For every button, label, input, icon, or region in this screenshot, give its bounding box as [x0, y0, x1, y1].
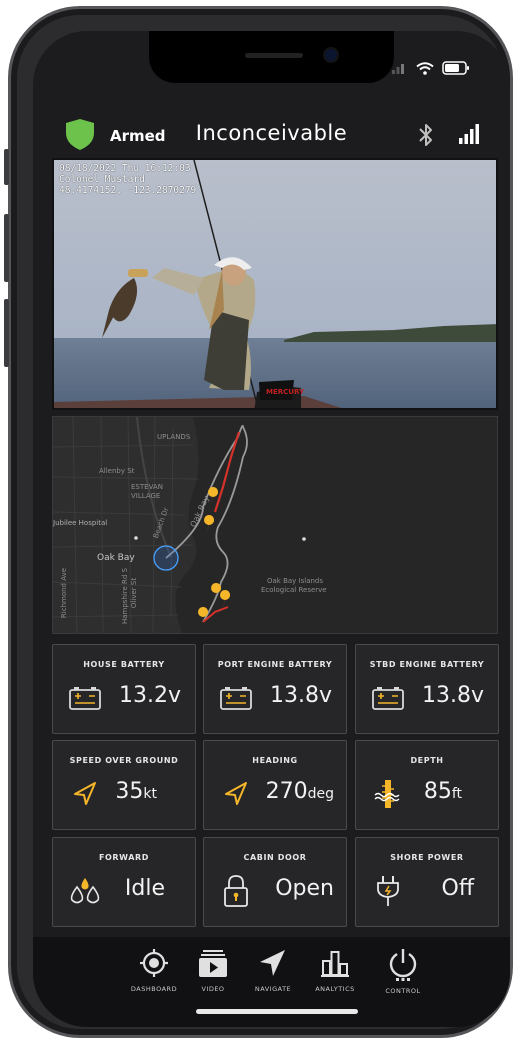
battery-icon	[218, 680, 254, 716]
video-timestamp: 08/18/2022 Thu 16:12:03	[59, 163, 191, 174]
tab-label: VIDEO	[201, 985, 225, 993]
camera-frame-image: MERCURY	[54, 160, 496, 408]
tab-control[interactable]: CONTROL	[373, 947, 433, 995]
tile-value: 35kt	[115, 779, 157, 804]
map-label-estevan: ESTEVAN VILLAGE	[131, 483, 163, 500]
tile-value: Idle	[124, 876, 165, 901]
tile-forward-bilge[interactable]: FORWARD Idle	[52, 837, 196, 927]
navigation-arrow-icon	[67, 776, 103, 812]
map-label-richmond: Richmond Ave	[60, 567, 69, 619]
video-overlay-text: 08/18/2022 Thu 16:12:03 Colonel Mustard …	[59, 163, 196, 196]
depth-gauge-icon	[370, 776, 406, 812]
tile-speed-over-ground[interactable]: SPEED OVER GROUND 35kt	[52, 740, 196, 830]
tab-dashboard[interactable]: DASHBOARD	[124, 947, 184, 993]
map-label-uplands: UPLANDS	[157, 433, 191, 441]
tile-depth[interactable]: DEPTH 85ft	[355, 740, 499, 830]
tab-navigate[interactable]: NAVIGATE	[243, 947, 303, 993]
battery-status-icon	[442, 61, 469, 75]
tile-shore-power[interactable]: SHORE POWER Off	[355, 837, 499, 927]
battery-icon	[67, 680, 103, 716]
tile-value: 13.8v	[421, 683, 484, 708]
notch	[149, 31, 394, 83]
tab-analytics[interactable]: ANALYTICS	[305, 947, 365, 993]
signal-strength-icon[interactable]	[458, 123, 480, 145]
tile-title: FORWARD	[98, 853, 150, 862]
tab-label: DASHBOARD	[130, 985, 178, 993]
tile-title: STBD ENGINE BATTERY	[369, 660, 485, 669]
tile-value: 85ft	[423, 779, 462, 804]
map-canvas	[53, 417, 497, 633]
app-screen: Armed Inconceivable MERCURY 08/18/2022 T…	[33, 31, 510, 1027]
video-coordinates: 48.4174152, -123.2870279	[59, 185, 197, 196]
vessel-name: Inconceivable	[195, 121, 348, 145]
camera-feed[interactable]: MERCURY 08/18/2022 Thu 16:12:03 Colonel …	[52, 158, 498, 410]
tile-title: SPEED OVER GROUND	[69, 756, 179, 765]
volume-up-button	[4, 214, 9, 282]
map-label-allenby: Allenby St	[99, 467, 135, 475]
tile-cabin-door[interactable]: CABIN DOOR Open	[203, 837, 347, 927]
crosshair-icon	[140, 949, 168, 977]
tile-title: HEADING	[252, 756, 298, 765]
navigation-map[interactable]: UPLANDS Allenby St ESTEVAN VILLAGE Jubil…	[52, 416, 498, 634]
home-indicator[interactable]	[196, 1009, 358, 1014]
bar-chart-icon	[321, 951, 349, 977]
tile-title: CABIN DOOR	[243, 853, 307, 862]
status-header: Armed Inconceivable	[33, 111, 510, 155]
tile-stbd-engine-battery[interactable]: STBD ENGINE BATTERY 13.8v	[355, 644, 499, 734]
tile-heading[interactable]: HEADING 270deg	[203, 740, 347, 830]
video-camera-name: Colonel Mustard	[59, 174, 145, 185]
navigate-arrow-icon	[260, 950, 285, 976]
mute-switch	[4, 149, 9, 185]
video-icon	[199, 950, 227, 977]
bluetooth-icon[interactable]	[415, 121, 437, 149]
navigation-arrow-icon	[218, 776, 254, 812]
tile-value: 13.8v	[269, 683, 332, 708]
tab-label: CONTROL	[385, 987, 421, 995]
tab-label: NAVIGATE	[254, 985, 292, 993]
tile-house-battery[interactable]: HOUSE BATTERY 13.2v	[52, 644, 196, 734]
wifi-icon	[416, 61, 434, 75]
tile-title: PORT ENGINE BATTERY	[217, 660, 333, 669]
tile-value: Open	[275, 876, 334, 901]
tile-value: Off	[441, 876, 474, 901]
cellular-icon	[392, 64, 404, 74]
plug-icon	[370, 873, 406, 909]
map-label-reserve: Ecological Reserve	[261, 586, 327, 594]
map-label-oak-bay-town: Oak Bay	[97, 553, 135, 563]
map-label-oliver: Oliver St	[130, 577, 139, 609]
tile-title: SHORE POWER	[390, 853, 464, 862]
tile-value: 270deg	[265, 779, 334, 804]
tile-title: HOUSE BATTERY	[83, 660, 165, 669]
system-status-icons	[392, 61, 470, 75]
map-label-hampshire: Hampshire Rd S	[121, 567, 130, 625]
battery-icon	[370, 680, 406, 716]
power-icon	[389, 949, 417, 981]
tile-value: 13.2v	[118, 683, 181, 708]
map-label-jubilee: Jubilee Hospital	[53, 519, 108, 527]
earpiece	[245, 53, 303, 58]
front-camera	[325, 49, 337, 61]
phone-frame: Armed Inconceivable MERCURY 08/18/2022 T…	[4, 6, 513, 1038]
tile-port-engine-battery[interactable]: PORT ENGINE BATTERY 13.8v	[203, 644, 347, 734]
volume-down-button	[4, 299, 9, 367]
tab-video[interactable]: VIDEO	[183, 947, 243, 993]
tab-label: ANALYTICS	[315, 985, 355, 993]
tile-title: DEPTH	[410, 756, 444, 765]
map-label-islands: Oak Bay Islands	[267, 577, 324, 585]
svg-text:MERCURY: MERCURY	[266, 388, 305, 396]
lock-icon	[218, 873, 254, 909]
bilge-drops-icon	[67, 873, 103, 909]
